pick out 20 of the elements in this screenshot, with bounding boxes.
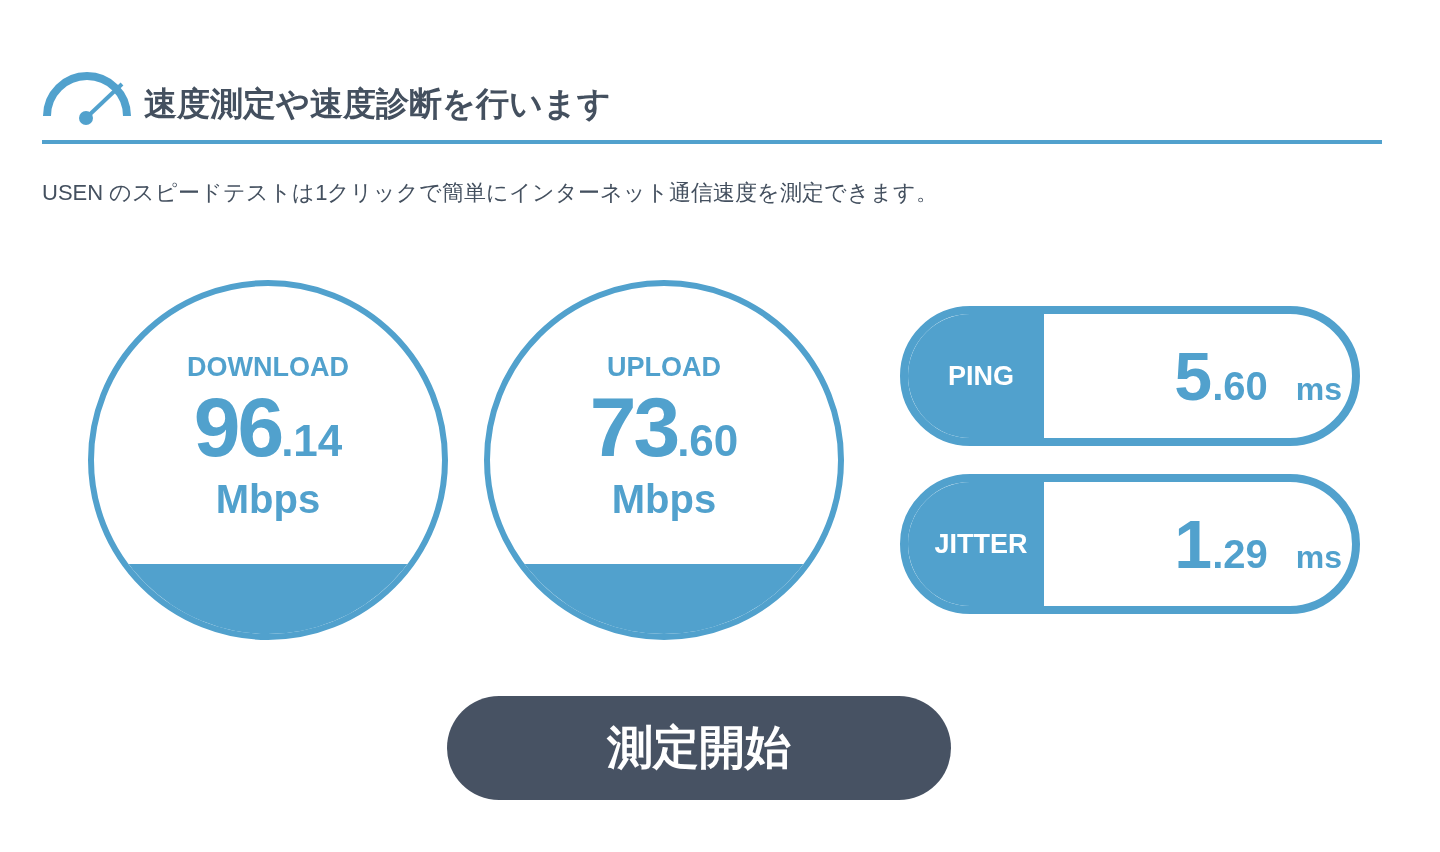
speed-unit: Mbps bbox=[215, 477, 321, 522]
section-title: 速度測定や速度診断を行います bbox=[144, 83, 611, 124]
metric-decimal: .60 bbox=[1212, 364, 1268, 409]
gauge-label: UPLOAD bbox=[607, 352, 721, 383]
metric-value: 1 bbox=[1174, 505, 1213, 583]
speed-decimal: .14 bbox=[281, 419, 343, 463]
speed-unit: Mbps bbox=[611, 477, 717, 522]
metric-unit: ms bbox=[1295, 539, 1342, 576]
start-button[interactable]: 測定開始 bbox=[447, 696, 951, 800]
speedometer-icon bbox=[42, 72, 132, 128]
metric-value: 5 bbox=[1174, 337, 1213, 415]
speed-value: 96 bbox=[193, 385, 282, 469]
metric-label: JITTER bbox=[908, 482, 1044, 606]
metric-unit: ms bbox=[1295, 371, 1342, 408]
metric-label: PING bbox=[908, 314, 1044, 438]
metric-decimal: .29 bbox=[1212, 532, 1268, 577]
speed-value: 73 bbox=[589, 385, 678, 469]
description: USEN のスピードテストは1クリックで簡単にインターネット通信速度を測定できます。 bbox=[42, 179, 940, 207]
speed-decimal: .60 bbox=[677, 419, 739, 463]
gauge-label: DOWNLOAD bbox=[187, 352, 349, 383]
